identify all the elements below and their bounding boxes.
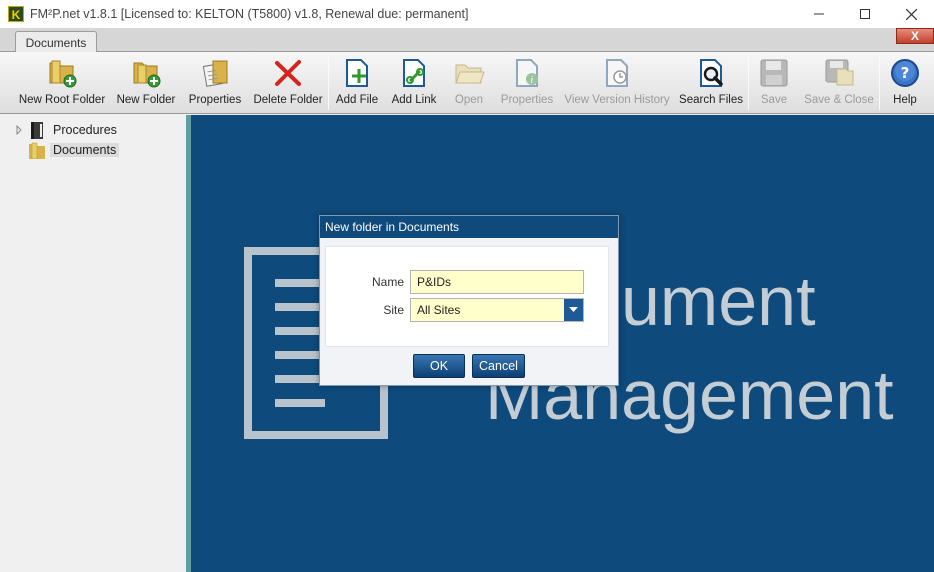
delete-icon — [275, 60, 301, 86]
svg-text:?: ? — [901, 64, 910, 82]
delete-folder-button[interactable]: Delete Folder — [253, 56, 323, 110]
minimize-icon — [814, 13, 824, 15]
folder-icon — [29, 142, 45, 159]
tree-item-label: Documents — [50, 143, 120, 157]
add-file-icon — [346, 59, 368, 87]
view-version-history-button[interactable]: View Version History — [564, 56, 670, 110]
save-button[interactable]: Save — [757, 56, 791, 110]
dialog-form-panel: Name P&IDs Site All Sites — [325, 246, 609, 347]
ok-button[interactable]: OK — [413, 354, 465, 378]
tree-item-procedures[interactable]: Procedures — [14, 121, 120, 139]
add-link-icon — [403, 59, 425, 87]
save-label: Save — [760, 94, 788, 106]
site-label: Site — [383, 303, 404, 317]
minimize-button[interactable] — [796, 0, 842, 28]
folder-properties-label: Properties — [188, 94, 242, 106]
add-file-label: Add File — [335, 94, 379, 106]
name-label: Name — [371, 275, 404, 289]
expand-arrow-icon[interactable] — [14, 125, 24, 135]
ribbon-separator — [748, 56, 749, 110]
ribbon-tabstrip: Documents — [0, 28, 934, 53]
tab-documents[interactable]: Documents — [15, 31, 97, 53]
add-link-label: Add Link — [391, 94, 437, 106]
help-icon: ? — [891, 59, 919, 87]
maximize-icon — [860, 9, 870, 19]
close-icon — [905, 8, 917, 20]
site-dropdown-button[interactable] — [564, 299, 583, 321]
open-folder-icon — [455, 64, 485, 84]
help-label: Help — [893, 94, 917, 106]
app-logo: K — [8, 6, 24, 22]
open-button[interactable]: Open — [450, 56, 488, 110]
tree-item-label: Procedures — [53, 123, 117, 137]
dialog-body: Name P&IDs Site All Sites OK Cancel — [320, 238, 618, 385]
title-bar: K FM²P.net v1.8.1 [Licensed to: KELTON (… — [0, 0, 934, 28]
new-folder-icon — [133, 62, 161, 88]
watermark-line — [275, 279, 325, 287]
new-root-folder-label: New Root Folder — [18, 94, 106, 106]
watermark-line — [275, 351, 325, 359]
folder-tree: Procedures Documents — [0, 115, 186, 572]
window-controls — [796, 0, 934, 28]
version-history-icon — [606, 59, 628, 87]
add-file-button[interactable]: Add File — [335, 56, 379, 110]
tree-item-documents[interactable]: Documents — [29, 141, 120, 159]
delete-folder-label: Delete Folder — [253, 94, 323, 106]
maximize-button[interactable] — [842, 0, 888, 28]
cancel-button[interactable]: Cancel — [472, 354, 525, 378]
save-and-close-label: Save & Close — [804, 94, 874, 106]
search-files-label: Search Files — [679, 94, 743, 106]
new-root-folder-icon — [49, 60, 77, 88]
new-folder-button[interactable]: New Folder — [116, 56, 176, 110]
chevron-down-icon — [569, 307, 578, 312]
new-root-folder-button[interactable]: New Root Folder — [18, 56, 106, 110]
watermark-text-line1: ument — [621, 262, 816, 340]
properties-icon — [202, 60, 228, 87]
ribbon-separator — [328, 56, 329, 110]
watermark-line — [275, 375, 325, 383]
save-icon — [760, 59, 788, 87]
file-properties-label: Properties — [500, 94, 554, 106]
watermark-line — [275, 303, 325, 311]
close-tab-button[interactable]: X — [896, 28, 934, 44]
new-folder-label: New Folder — [116, 94, 176, 106]
new-folder-dialog: New folder in Documents Name P&IDs Site … — [319, 215, 619, 386]
window-title: FM²P.net v1.8.1 [Licensed to: KELTON (T5… — [30, 7, 469, 21]
open-label: Open — [454, 94, 484, 106]
site-select-value: All Sites — [417, 303, 461, 317]
file-properties-button[interactable]: i Properties — [500, 56, 554, 110]
add-link-button[interactable]: Add Link — [390, 56, 438, 110]
save-close-icon — [825, 59, 854, 86]
folder-name-input[interactable]: P&IDs — [410, 270, 584, 294]
search-icon — [700, 59, 723, 87]
file-properties-icon: i — [516, 59, 538, 87]
binder-icon — [31, 121, 43, 139]
view-version-history-label: View Version History — [564, 94, 670, 106]
watermark-line — [275, 327, 325, 335]
folder-properties-button[interactable]: Properties — [188, 56, 242, 110]
site-select[interactable]: All Sites — [410, 298, 584, 322]
search-files-button[interactable]: Search Files — [679, 56, 743, 110]
svg-text:i: i — [531, 76, 534, 86]
watermark-line — [275, 399, 325, 407]
help-button[interactable]: ? Help — [889, 56, 921, 110]
ribbon-toolbar: New Root Folder New Folder Properties De… — [0, 52, 934, 114]
close-window-button[interactable] — [888, 0, 934, 28]
dialog-title: New folder in Documents — [320, 216, 618, 238]
ribbon-separator — [879, 56, 880, 110]
save-and-close-button[interactable]: Save & Close — [804, 56, 874, 110]
